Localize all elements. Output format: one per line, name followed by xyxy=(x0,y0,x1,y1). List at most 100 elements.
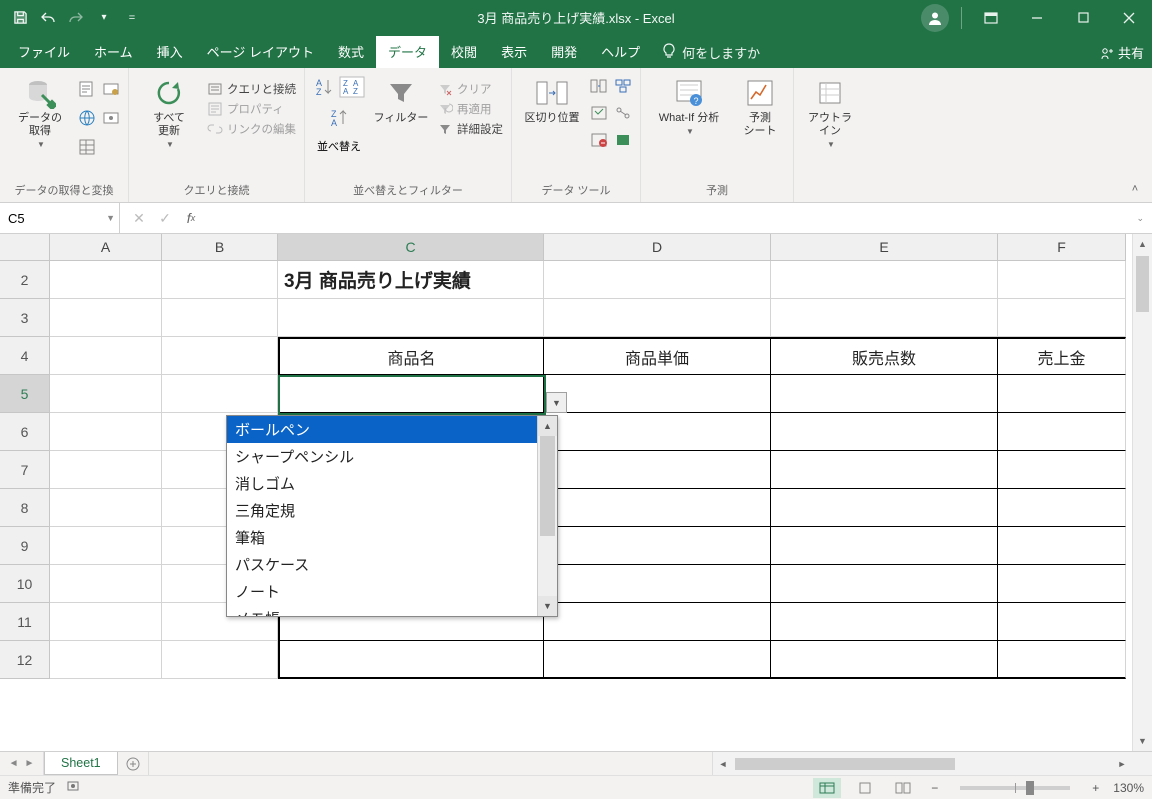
zoom-out-button[interactable]: − xyxy=(927,781,942,795)
row-header[interactable]: 3 xyxy=(0,299,50,337)
tab-data[interactable]: データ xyxy=(376,36,439,68)
tab-developer[interactable]: 開発 xyxy=(539,36,589,68)
new-sheet-button[interactable] xyxy=(118,752,148,775)
cell[interactable] xyxy=(771,527,998,565)
scroll-thumb[interactable] xyxy=(1136,256,1149,312)
scroll-thumb[interactable] xyxy=(735,758,955,770)
existing-connections-icon[interactable] xyxy=(102,109,120,132)
advanced-filter-button[interactable]: 詳細設定 xyxy=(437,120,503,138)
cell[interactable] xyxy=(998,489,1126,527)
cell[interactable] xyxy=(998,261,1126,299)
col-header[interactable]: F xyxy=(998,234,1126,261)
cell[interactable]: 商品名 xyxy=(278,337,544,375)
row-header[interactable]: 10 xyxy=(0,565,50,603)
confirm-edit-icon[interactable]: ✓ xyxy=(152,205,178,231)
cell[interactable] xyxy=(50,603,162,641)
cell[interactable] xyxy=(50,375,162,413)
scroll-up-icon[interactable]: ▲ xyxy=(538,416,557,436)
cell[interactable] xyxy=(162,337,278,375)
name-box[interactable]: C5 ▼ xyxy=(0,203,120,233)
cell[interactable]: 商品単価 xyxy=(544,337,771,375)
refresh-all-button[interactable]: すべて 更新 ▼ xyxy=(137,76,201,149)
cell[interactable] xyxy=(50,261,162,299)
outline-button[interactable]: アウトラ イン ▼ xyxy=(802,76,858,149)
from-text-icon[interactable] xyxy=(78,80,96,103)
data-validation-dropdown-button[interactable]: ▼ xyxy=(546,392,567,413)
cell[interactable] xyxy=(998,641,1126,679)
expand-formula-bar-icon[interactable]: ⌄ xyxy=(1136,213,1144,224)
zoom-knob[interactable] xyxy=(1026,781,1034,795)
cell[interactable] xyxy=(544,489,771,527)
fx-icon[interactable]: fx xyxy=(178,205,204,231)
qat-overflow-icon[interactable]: = xyxy=(124,10,140,26)
cell[interactable] xyxy=(162,299,278,337)
cell[interactable] xyxy=(50,565,162,603)
prev-sheet-icon[interactable]: ◄ xyxy=(9,758,19,769)
col-header[interactable]: C xyxy=(278,234,544,261)
col-header[interactable]: E xyxy=(771,234,998,261)
cancel-edit-icon[interactable]: ✕ xyxy=(126,205,152,231)
cell[interactable] xyxy=(278,299,544,337)
cell[interactable] xyxy=(544,641,771,679)
what-if-button[interactable]: ? What-If 分析 ▼ xyxy=(649,76,729,136)
row-header[interactable]: 4 xyxy=(0,337,50,375)
zoom-level[interactable]: 130% xyxy=(1113,781,1144,795)
get-data-button[interactable]: データの 取得 ▼ xyxy=(8,76,72,149)
dropdown-item[interactable]: ボールペン xyxy=(227,416,537,443)
row-header[interactable]: 11 xyxy=(0,603,50,641)
maximize-button[interactable] xyxy=(1060,0,1106,35)
sheet-nav[interactable]: ◄ ► xyxy=(0,752,44,775)
next-sheet-icon[interactable]: ► xyxy=(25,758,35,769)
row-header[interactable]: 7 xyxy=(0,451,50,489)
tab-file[interactable]: ファイル xyxy=(6,36,82,68)
vertical-scrollbar[interactable]: ▲ ▼ xyxy=(1132,234,1152,751)
cell[interactable] xyxy=(50,413,162,451)
view-page-layout-button[interactable] xyxy=(851,778,879,798)
cell[interactable] xyxy=(50,527,162,565)
cell[interactable] xyxy=(50,641,162,679)
sort-desc-icon[interactable]: ZA xyxy=(328,107,350,134)
view-normal-button[interactable] xyxy=(813,778,841,798)
tab-review[interactable]: 校閲 xyxy=(439,36,489,68)
text-to-columns-button[interactable]: 区切り位置 xyxy=(520,76,584,125)
scroll-track[interactable] xyxy=(733,756,1112,772)
cell[interactable] xyxy=(771,299,998,337)
cell[interactable] xyxy=(544,451,771,489)
chevron-down-icon[interactable]: ▼ xyxy=(106,213,115,223)
cell[interactable] xyxy=(50,451,162,489)
horizontal-scrollbar[interactable]: ◄ ► xyxy=(712,752,1152,775)
sort-dialog-icon[interactable]: ZAAZ xyxy=(339,76,365,103)
tab-page-layout[interactable]: ページ レイアウト xyxy=(195,36,326,68)
row-header[interactable]: 12 xyxy=(0,641,50,679)
minimize-button[interactable] xyxy=(1014,0,1060,35)
dropdown-item[interactable]: 消しゴム xyxy=(227,470,537,497)
row-header[interactable]: 9 xyxy=(0,527,50,565)
row-header[interactable]: 2 xyxy=(0,261,50,299)
tab-formulas[interactable]: 数式 xyxy=(326,36,376,68)
save-icon[interactable] xyxy=(12,10,28,26)
dropdown-item[interactable]: シャープペンシル xyxy=(227,443,537,470)
scroll-thumb[interactable] xyxy=(540,436,555,536)
forecast-sheet-button[interactable]: 予測 シート xyxy=(735,76,785,138)
tab-home[interactable]: ホーム xyxy=(82,36,145,68)
cell[interactable]: 売上金 xyxy=(998,337,1126,375)
cell[interactable]: 3月 商品売り上げ実績 xyxy=(278,261,544,299)
cell[interactable] xyxy=(771,451,998,489)
cell[interactable] xyxy=(771,603,998,641)
cell[interactable] xyxy=(50,337,162,375)
data-validation-icon[interactable] xyxy=(590,132,608,153)
cell[interactable] xyxy=(162,261,278,299)
tab-view[interactable]: 表示 xyxy=(489,36,539,68)
cell[interactable] xyxy=(278,375,544,413)
cell[interactable] xyxy=(771,375,998,413)
cell[interactable] xyxy=(278,641,544,679)
cell[interactable] xyxy=(998,375,1126,413)
queries-connections-button[interactable]: クエリと接続 xyxy=(207,80,296,98)
from-web-icon[interactable] xyxy=(78,109,96,132)
dropdown-item[interactable]: ノート xyxy=(227,578,537,605)
dropdown-item[interactable]: 筆箱 xyxy=(227,524,537,551)
row-header[interactable]: 6 xyxy=(0,413,50,451)
share-button[interactable]: 共有 xyxy=(1100,43,1144,62)
cell[interactable] xyxy=(50,489,162,527)
scroll-track[interactable] xyxy=(1133,254,1152,731)
